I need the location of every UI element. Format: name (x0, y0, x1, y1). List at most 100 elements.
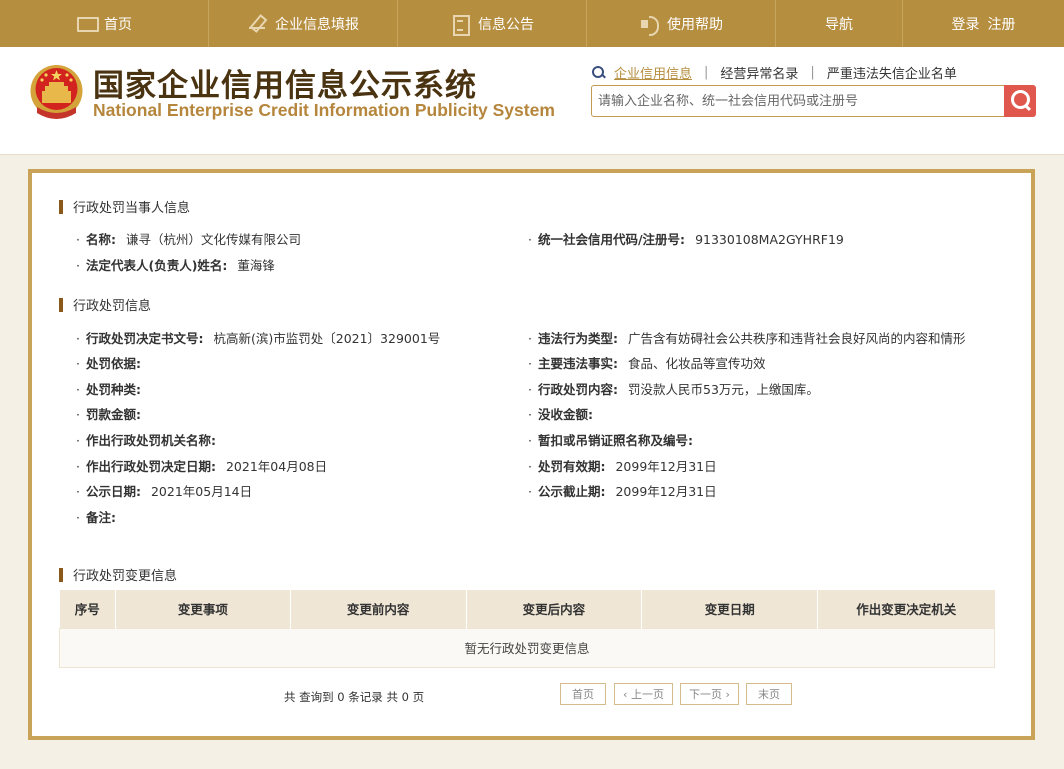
party-section-title: 行政处罚当事人信息 (59, 197, 190, 216)
empty-message: 暂无行政处罚变更信息 (59, 627, 995, 668)
value-facts: 食品、化妆品等宣传功效 (627, 356, 766, 371)
value-credit-code: 91330108MA2GYHRF19 (695, 232, 844, 247)
field-violation-type: · 违法行为类型: 广告含有妨碍社会公共秩序和违背社会良好风尚的内容和情形 (528, 331, 966, 346)
nav-help[interactable]: 使用帮助 (587, 0, 776, 47)
nav-home-label: 首页 (104, 16, 132, 33)
value-content: 罚没款人民币53万元，上缴国库。 (627, 382, 819, 397)
field-publish-deadline: · 公示截止期: 2099年12月31日 (528, 484, 717, 499)
field-credit-code: · 统一社会信用代码/注册号: 91330108MA2GYHRF19 (528, 232, 844, 247)
penalty-section-title: 行政处罚信息 (59, 295, 151, 314)
value-publish-date: 2021年05月14日 (150, 484, 253, 499)
label-confiscate: 没收金额: (537, 407, 593, 422)
col-date: 变更日期 (641, 590, 819, 628)
changes-section-title-text: 行政处罚变更信息 (73, 569, 178, 584)
label-valid-period: 处罚有效期: (537, 459, 606, 474)
field-license: · 暂扣或吊销证照名称及编号: (528, 433, 693, 448)
monitor-icon (76, 15, 99, 33)
site-title: 国家企业信用信息公示系统 (93, 68, 477, 104)
nav-fill-label: 企业信息填报 (275, 16, 359, 33)
label-publish-date: 公示日期: (85, 484, 141, 499)
field-name: · 名称: 谦寻（杭州）文化传媒有限公司 (76, 232, 301, 247)
nav-guide[interactable]: 导航 (776, 0, 903, 47)
login-link[interactable]: 登录 (952, 14, 980, 34)
penalty-section-title-text: 行政处罚信息 (73, 299, 152, 314)
section-marker (59, 567, 63, 582)
nav-notice-label: 信息公告 (478, 16, 534, 33)
nav-notice[interactable]: 信息公告 (398, 0, 587, 47)
first-page-button[interactable]: 首页 (560, 683, 606, 705)
label-name: 名称: (85, 232, 116, 247)
site-header: 国家企业信用信息公示系统 National Enterprise Credit … (0, 47, 1064, 155)
table-header-row: 序号 变更事项 变更前内容 变更后内容 变更日期 作出变更决定机关 (59, 590, 995, 628)
prev-page-button[interactable]: ‹ 上一页 (614, 683, 673, 705)
link-abnormal-list[interactable]: 经营异常名录 (720, 63, 798, 82)
field-decision-date: · 作出行政处罚决定日期: 2021年04月08日 (76, 459, 328, 474)
label-fine: 罚款金额: (85, 407, 141, 422)
national-emblem-logo (30, 65, 83, 119)
changes-table: 序号 变更事项 变更前内容 变更后内容 变更日期 作出变更决定机关 暂无行政处罚… (59, 590, 995, 668)
label-license: 暂扣或吊销证照名称及编号: (537, 433, 693, 448)
site-subtitle: National Enterprise Credit Information P… (93, 100, 555, 120)
label-facts: 主要违法事实: (537, 356, 618, 371)
document-icon (450, 14, 470, 36)
nav-help-label: 使用帮助 (667, 16, 723, 33)
field-valid-period: · 处罚有效期: 2099年12月31日 (528, 459, 717, 474)
last-page-button[interactable]: 末页 (746, 683, 792, 705)
field-doc-number: · 行政处罚决定书文号: 杭高新(滨)市监罚处〔2021〕329001号 (76, 331, 441, 346)
field-basis: · 处罚依据: (76, 356, 141, 371)
nav-account: 登录 注册 (903, 0, 1064, 47)
section-marker (59, 199, 63, 214)
value-legal-rep: 董海锋 (237, 258, 275, 273)
value-publish-deadline: 2099年12月31日 (615, 484, 717, 499)
label-legal-rep: 法定代表人(负责人)姓名: (85, 258, 228, 273)
label-decision-date: 作出行政处罚决定日期: (85, 459, 216, 474)
speaker-icon (639, 15, 659, 36)
link-credit-info[interactable]: 企业信用信息 (614, 63, 692, 82)
value-decision-date: 2021年04月08日 (225, 459, 328, 474)
register-link[interactable]: 注册 (988, 14, 1016, 34)
field-content: · 行政处罚内容: 罚没款人民币53万元，上缴国库。 (528, 382, 819, 397)
changes-section-title: 行政处罚变更信息 (59, 565, 177, 584)
nav-fill[interactable]: 企业信息填报 (209, 0, 398, 47)
value-valid-period: 2099年12月31日 (615, 459, 717, 474)
quick-links: 企业信用信息 | 经营异常名录 | 严重违法失信企业名单 (592, 63, 957, 82)
top-nav: 首页 企业信息填报 信息公告 使用帮助 导航 登录 注册 (0, 0, 1064, 47)
label-doc-number: 行政处罚决定书文号: (85, 331, 204, 346)
nav-guide-label: 导航 (825, 16, 853, 33)
field-publish-date: · 公示日期: 2021年05月14日 (76, 484, 253, 499)
col-authority: 作出变更决定机关 (817, 590, 995, 628)
search-button[interactable] (1004, 85, 1036, 117)
section-marker (59, 297, 63, 312)
field-authority: · 作出行政处罚机关名称: (76, 433, 216, 448)
label-publish-deadline: 公示截止期: (537, 484, 606, 499)
party-section-title-text: 行政处罚当事人信息 (73, 201, 191, 216)
link-separator: | (810, 65, 815, 80)
pagination-info: 共 查询到 0 条记录 共 0 页 (284, 690, 425, 704)
field-kind: · 处罚种类: (76, 382, 141, 397)
value-name: 谦寻（杭州）文化传媒有限公司 (125, 232, 301, 247)
pen-icon (247, 15, 267, 33)
label-kind: 处罚种类: (85, 382, 141, 397)
table-row: 暂无行政处罚变更信息 (59, 627, 995, 668)
field-remark: · 备注: (76, 510, 116, 525)
next-page-button[interactable]: 下一页 › (680, 683, 739, 705)
magnifier-icon (592, 65, 606, 80)
value-violation-type: 广告含有妨碍社会公共秩序和违背社会良好风尚的内容和情形 (627, 331, 966, 346)
label-authority: 作出行政处罚机关名称: (85, 433, 216, 448)
col-after: 变更后内容 (466, 590, 643, 628)
search-input[interactable] (591, 85, 1005, 117)
value-doc-number: 杭高新(滨)市监罚处〔2021〕329001号 (213, 331, 441, 346)
label-basis: 处罚依据: (85, 356, 141, 371)
col-index: 序号 (59, 590, 116, 628)
link-serious-violation-list[interactable]: 严重违法失信企业名单 (827, 63, 957, 82)
label-credit-code: 统一社会信用代码/注册号: (537, 232, 686, 247)
nav-home[interactable]: 首页 (0, 0, 209, 47)
link-separator: | (704, 65, 709, 80)
col-before: 变更前内容 (290, 590, 467, 628)
field-confiscate: · 没收金额: (528, 407, 593, 422)
col-item: 变更事项 (115, 590, 291, 628)
label-violation-type: 违法行为类型: (537, 331, 618, 346)
label-remark: 备注: (85, 510, 116, 525)
field-facts: · 主要违法事实: 食品、化妆品等宣传功效 (528, 356, 766, 371)
field-legal-rep: · 法定代表人(负责人)姓名: 董海锋 (76, 258, 275, 273)
